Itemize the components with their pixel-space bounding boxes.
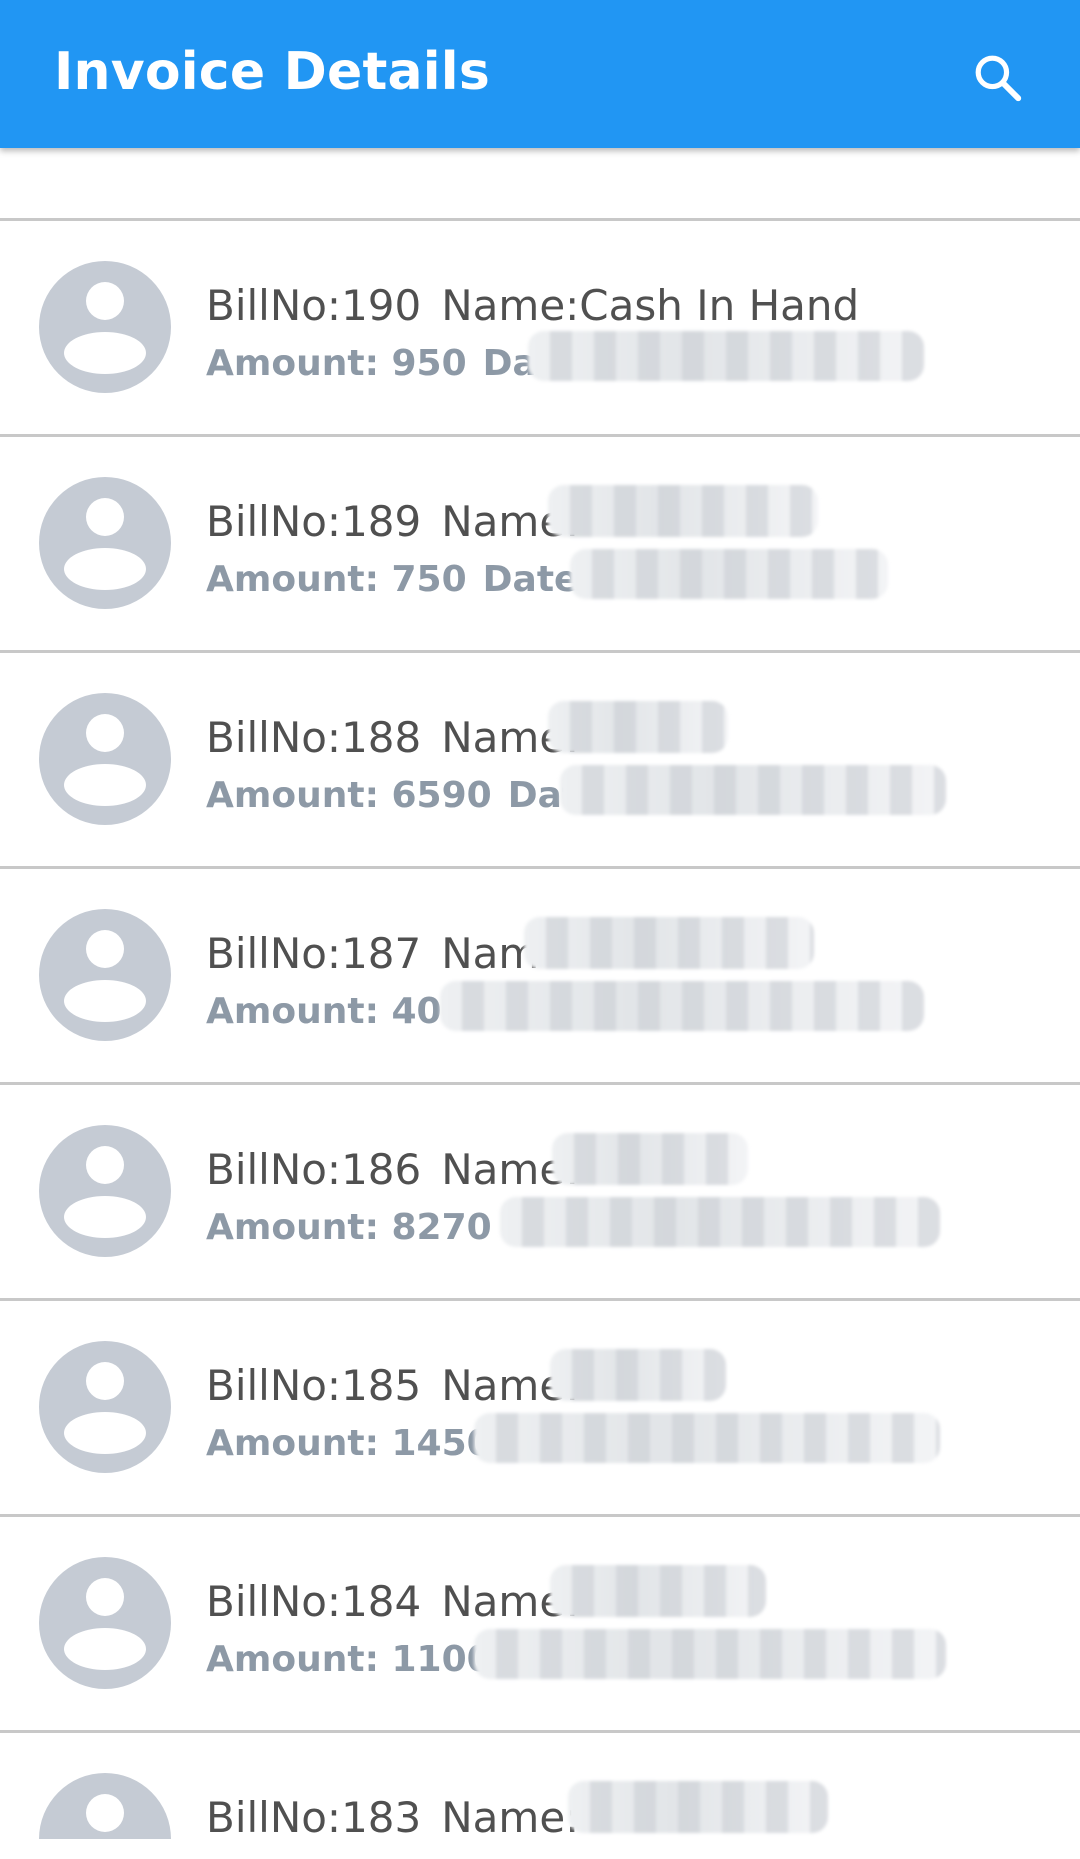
- avatar-icon: [39, 261, 171, 393]
- redacted-name: [550, 1349, 726, 1401]
- amount: Amount: 1450: [206, 1423, 492, 1464]
- amount-line: Amount: 750 Date:: [206, 559, 593, 600]
- customer-name: Name:Cash In Hand: [441, 281, 860, 330]
- amount: Amount: 6590: [206, 775, 492, 816]
- bill-number: BillNo:187: [206, 929, 422, 978]
- redacted-name: [550, 1565, 766, 1617]
- list-header-divider: [0, 148, 1080, 221]
- avatar-icon: [39, 1341, 171, 1473]
- avatar-icon: [39, 1557, 171, 1689]
- customer-name: Name:: [441, 1793, 580, 1839]
- amount: Amount: 750: [206, 559, 467, 600]
- invoice-item[interactable]: BillNo:190Name:Cash In Hand Amount: 950D…: [0, 221, 1080, 437]
- invoice-item[interactable]: BillNo:185 Name: Amount: 1450: [0, 1301, 1080, 1517]
- redacted-date: [440, 981, 924, 1031]
- redacted-date: [560, 765, 946, 815]
- redacted-name: [552, 1133, 748, 1185]
- bill-line: BillNo:188 Name:: [206, 713, 579, 762]
- avatar-icon: [39, 909, 171, 1041]
- redacted-name: [548, 701, 728, 753]
- redacted-name: [524, 917, 814, 969]
- amount-line: Amount: 1450: [206, 1423, 508, 1464]
- bill-line: BillNo:184 Name:: [206, 1577, 579, 1626]
- bill-number: BillNo:189: [206, 497, 422, 546]
- bill-number: BillNo:188: [206, 713, 422, 762]
- redacted-date: [570, 549, 888, 599]
- invoice-details-screen: Invoice Details BillNo:190 Name:Cash In H…: [0, 0, 1080, 1859]
- invoice-item[interactable]: BillNo:184 Name: Amount: 1100: [0, 1517, 1080, 1733]
- avatar-icon: [39, 477, 171, 609]
- amount: Amount: 1100: [206, 1639, 492, 1680]
- bill-line: BillNo:189 Name:: [206, 497, 579, 546]
- amount: Amount: 8270: [206, 1207, 492, 1248]
- app-bar: Invoice Details: [0, 0, 1080, 148]
- page-title: Invoice Details: [54, 42, 490, 102]
- redacted-date: [474, 1629, 946, 1679]
- invoice-item[interactable]: BillNo:187 Nam Amount: 400: [0, 869, 1080, 1085]
- avatar-icon: [39, 693, 171, 825]
- invoice-list[interactable]: BillNo:190Name:Cash In Hand Amount: 950D…: [0, 148, 1080, 1839]
- amount: Amount: 400: [206, 991, 467, 1032]
- redacted-date: [500, 1197, 940, 1247]
- bill-line: BillNo:190 Name:Cash In Hand: [206, 281, 859, 330]
- amount-line: Amount: 6590Date:: [206, 775, 618, 816]
- amount-line: Amount: 1100: [206, 1639, 508, 1680]
- avatar-icon: [39, 1125, 171, 1257]
- bill-number: BillNo:186: [206, 1145, 422, 1194]
- redacted-name: [548, 485, 818, 537]
- avatar-icon: [39, 1773, 171, 1839]
- search-icon: [975, 55, 1022, 102]
- redacted-date: [528, 331, 924, 381]
- bill-line: BillNo:183 Name:: [206, 1793, 579, 1839]
- bill-number: BillNo:183: [206, 1793, 422, 1839]
- bill-line: BillNo:185 Name:: [206, 1361, 579, 1410]
- invoice-item[interactable]: BillNo:189 Name: Amount: 750 Date:: [0, 437, 1080, 653]
- invoice-item[interactable]: BillNo:188Name: Amount: 6590Date:: [0, 653, 1080, 869]
- bill-number: BillNo:185: [206, 1361, 422, 1410]
- redacted-date: [474, 1413, 940, 1463]
- bill-line: BillNo:187 Nam: [206, 929, 539, 978]
- redacted-name: [568, 1781, 828, 1833]
- bill-number: BillNo:184: [206, 1577, 422, 1626]
- bill-line: BillNo:186 Name:: [206, 1145, 579, 1194]
- bill-number: BillNo:190: [206, 281, 422, 330]
- search-button[interactable]: [960, 40, 1036, 116]
- invoice-item[interactable]: BillNo:186Name: Amount: 8270Da: [0, 1085, 1080, 1301]
- invoice-item[interactable]: BillNo:183 Name:: [0, 1733, 1080, 1839]
- amount: Amount: 950: [206, 343, 467, 384]
